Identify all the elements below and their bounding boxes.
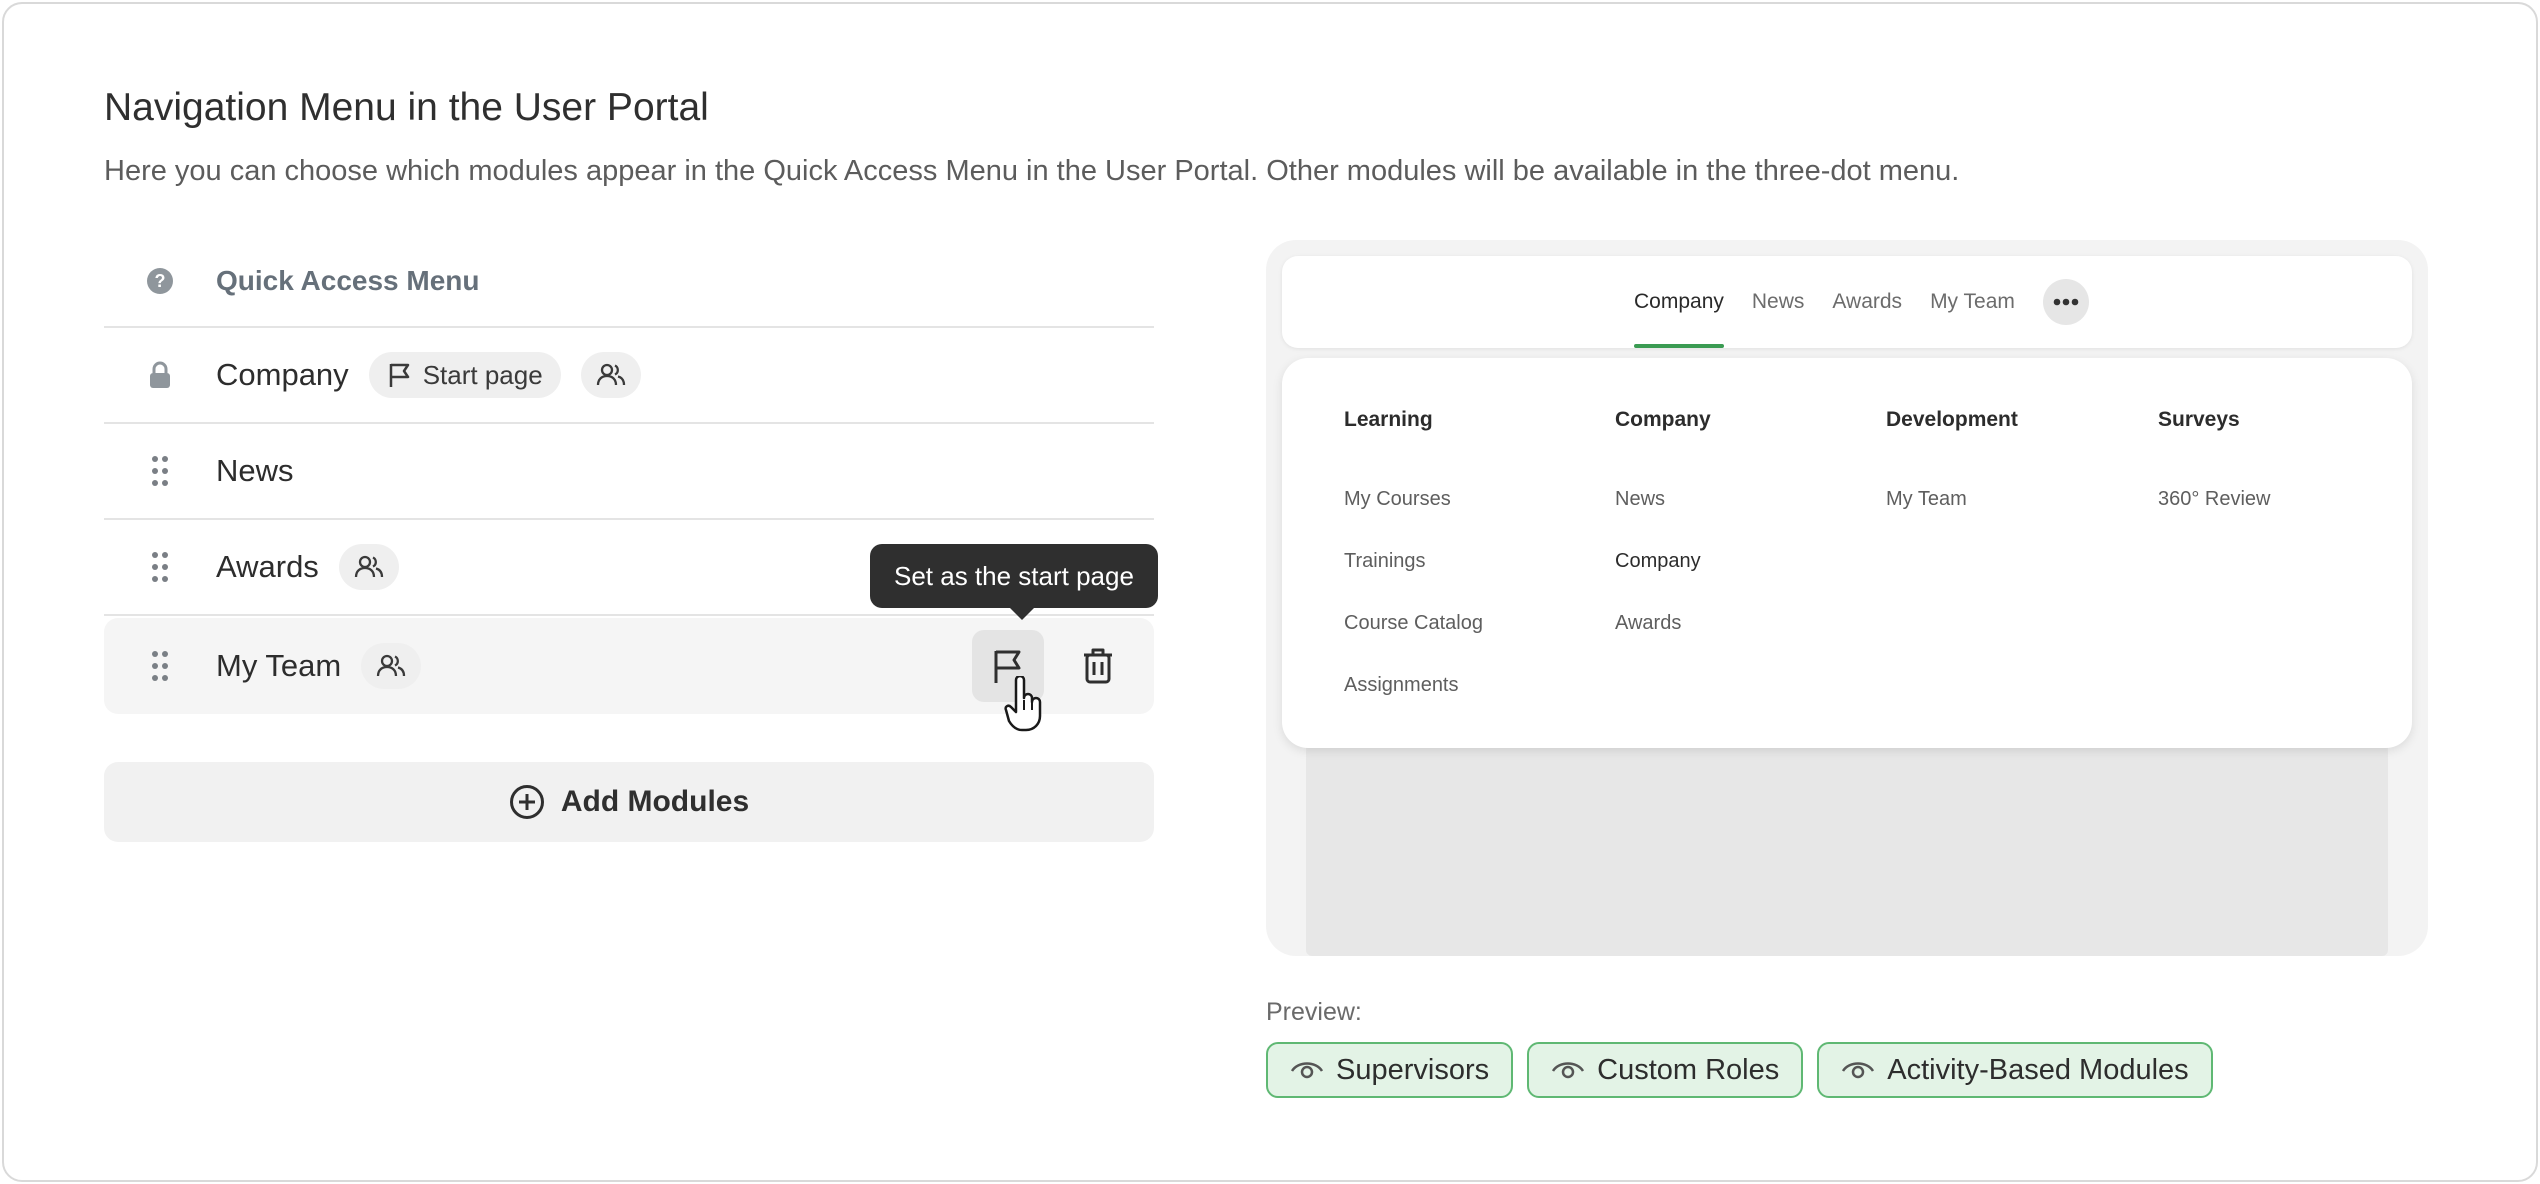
preview-navbar: Company News Awards My Team	[1282, 256, 2412, 348]
preview-label: Preview:	[1266, 998, 1362, 1026]
start-page-label: Start page	[422, 359, 543, 390]
menu-column-heading: Learning	[1344, 408, 1433, 431]
page-title: Navigation Menu in the User Portal	[104, 86, 709, 129]
svg-text:?: ?	[155, 271, 166, 291]
module-name: Awards	[216, 549, 319, 584]
preview-tab-news[interactable]: News	[1752, 256, 1805, 348]
list-header: ? Quick Access Menu	[104, 236, 1154, 328]
preview-content-placeholder	[1306, 740, 2388, 956]
eye-icon	[1842, 1062, 1875, 1079]
delete-module-button[interactable]	[1062, 630, 1134, 702]
audience-chip[interactable]	[580, 352, 641, 398]
audience-chip[interactable]	[338, 544, 399, 590]
drag-handle-icon[interactable]	[151, 455, 169, 487]
module-name: My Team	[216, 648, 342, 683]
menu-column-heading: Surveys	[2158, 408, 2240, 431]
module-row-company: Company Start page	[104, 328, 1154, 424]
menu-item-selected[interactable]: Company	[1597, 530, 1865, 592]
flag-icon	[389, 363, 409, 387]
preview-badge-supervisors[interactable]: Supervisors	[1266, 1042, 1514, 1098]
module-name: Company	[216, 357, 349, 392]
preview-badge-activity-based-modules[interactable]: Activity-Based Modules	[1817, 1042, 2213, 1098]
add-modules-button[interactable]: Add Modules	[104, 762, 1154, 842]
quick-access-list: ? Quick Access Menu Company Start page N…	[104, 236, 1154, 714]
hand-cursor-icon	[1004, 676, 1042, 732]
help-icon[interactable]: ?	[146, 267, 174, 295]
drag-handle-icon[interactable]	[151, 551, 169, 583]
start-page-tooltip: Set as the start page	[870, 544, 1158, 620]
list-header-label: Quick Access Menu	[216, 265, 480, 296]
menu-item[interactable]: News	[1615, 468, 1865, 530]
preview-badge-custom-roles[interactable]: Custom Roles	[1527, 1042, 1804, 1098]
menu-item[interactable]: Course Catalog	[1344, 592, 1594, 654]
preview-role-badges: Supervisors Custom Roles Activity-Based …	[1266, 1042, 2213, 1098]
eye-icon	[1552, 1062, 1585, 1079]
three-dots-icon	[2053, 298, 2079, 306]
more-menu-dropdown: Learning My Courses Trainings Course Cat…	[1282, 358, 2412, 748]
menu-item[interactable]: My Team	[1886, 468, 2136, 530]
module-name: News	[216, 453, 294, 488]
module-row-my-team[interactable]: My Team	[104, 618, 1154, 714]
menu-item[interactable]: Trainings	[1344, 530, 1594, 592]
add-modules-label: Add Modules	[560, 785, 750, 818]
eye-icon	[1290, 1062, 1324, 1079]
menu-item[interactable]: Assignments	[1344, 654, 1594, 716]
preview-tab-awards[interactable]: Awards	[1832, 256, 1902, 348]
menu-column-development: Development My Team	[1886, 408, 2136, 530]
drag-handle-icon[interactable]	[151, 650, 169, 682]
menu-item[interactable]: My Courses	[1344, 468, 1594, 530]
start-page-chip: Start page	[368, 352, 561, 398]
module-row-news[interactable]: News	[104, 424, 1154, 520]
plus-circle-icon	[509, 785, 544, 819]
menu-column-heading: Company	[1615, 408, 1711, 431]
preview-tab-company[interactable]: Company	[1634, 256, 1724, 348]
preview-tab-my-team[interactable]: My Team	[1930, 256, 2015, 348]
users-icon	[377, 654, 406, 677]
menu-column-company: Company News Company Awards	[1597, 408, 1865, 654]
users-icon	[354, 555, 383, 578]
menu-column-learning: Learning My Courses Trainings Course Cat…	[1344, 408, 1594, 716]
page-description: Here you can choose which modules appear…	[104, 155, 1960, 187]
lock-icon	[150, 361, 170, 388]
users-icon	[596, 363, 625, 386]
portal-preview: Company News Awards My Team Learning My …	[1266, 240, 2428, 956]
more-menu-button[interactable]	[2042, 279, 2089, 325]
menu-item[interactable]: Awards	[1615, 592, 1865, 654]
audience-chip[interactable]	[361, 643, 422, 689]
trash-icon	[1084, 648, 1112, 684]
menu-column-heading: Development	[1886, 408, 2018, 431]
menu-item[interactable]: 360° Review	[2158, 468, 2408, 530]
menu-column-surveys: Surveys 360° Review	[2158, 408, 2408, 530]
